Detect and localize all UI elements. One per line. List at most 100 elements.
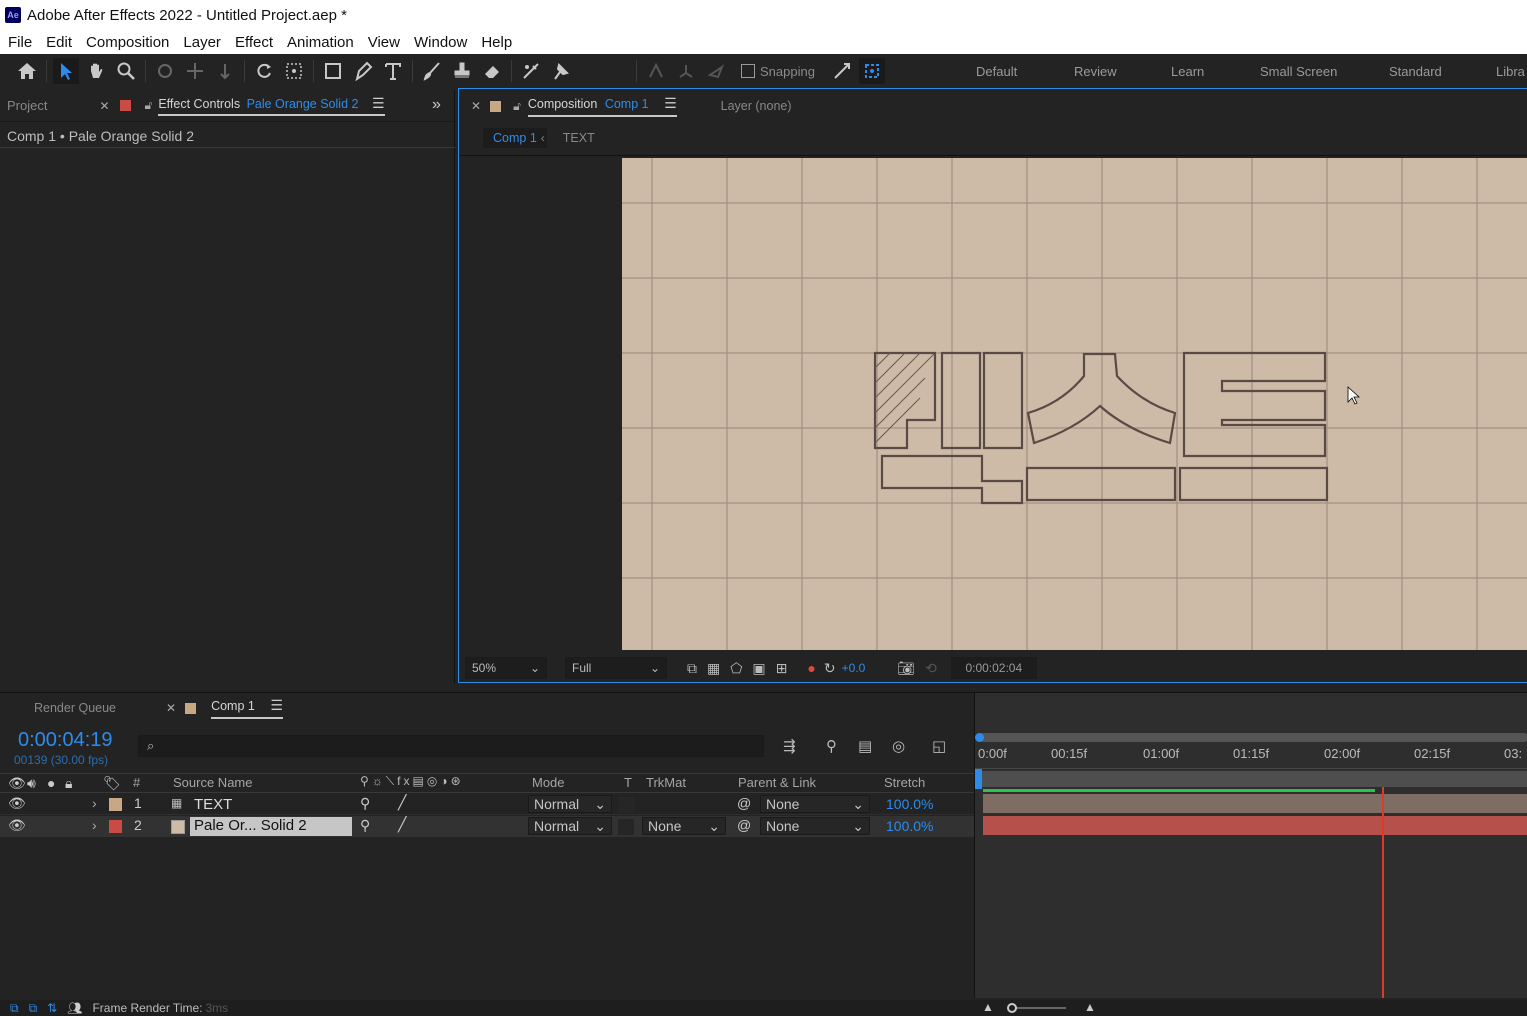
snapping-checkbox[interactable]: [741, 64, 755, 78]
comp-flowchart-icon[interactable]: ⇶: [783, 737, 796, 755]
menu-file[interactable]: File: [0, 34, 39, 51]
fast-previews-icon[interactable]: ⧉: [687, 660, 697, 677]
layer-label-color[interactable]: [109, 820, 122, 833]
layer-bar-text[interactable]: [983, 794, 1527, 813]
stretch-value[interactable]: 100.0%: [886, 796, 933, 812]
close-icon[interactable]: ✕: [471, 99, 481, 113]
transparency-grid-icon[interactable]: ▦: [707, 660, 720, 677]
snap-edges-icon[interactable]: [829, 58, 855, 84]
preserve-transparency-toggle[interactable]: [618, 819, 634, 835]
pickwhip-icon[interactable]: @: [737, 795, 751, 811]
preserve-transparency-toggle[interactable]: [618, 797, 634, 813]
panel-menu-icon[interactable]: ☰: [664, 95, 677, 111]
zoom-in-icon[interactable]: ▲: [1084, 1000, 1096, 1014]
eye-icon[interactable]: 👁︎: [8, 817, 26, 834]
resolution-select[interactable]: Full ⌄: [565, 657, 667, 679]
workspace-standard[interactable]: Standard: [1389, 64, 1496, 79]
shy-switch-icon[interactable]: ⚲: [360, 795, 370, 812]
breadcrumb-comp-1[interactable]: Comp 1: [483, 128, 547, 148]
graph-editor-icon[interactable]: ◱: [932, 737, 946, 755]
chevron-right-icon[interactable]: ›: [92, 817, 97, 833]
rectangle-tool-icon[interactable]: [320, 58, 346, 84]
layer-label-color[interactable]: [109, 798, 122, 811]
playhead[interactable]: [1382, 787, 1384, 998]
chevron-right-icon[interactable]: ›: [92, 795, 97, 811]
selection-tool-icon[interactable]: [53, 58, 79, 84]
trkmat-select[interactable]: None ⌄: [642, 817, 726, 835]
column-source-name[interactable]: Source Name: [173, 775, 252, 790]
dolly-camera-icon[interactable]: [212, 58, 238, 84]
rotation-tool-icon[interactable]: [251, 58, 277, 84]
navigator-start-handle[interactable]: [975, 733, 984, 742]
layer-search-input[interactable]: ⌕: [138, 735, 764, 757]
clone-stamp-tool-icon[interactable]: [449, 58, 475, 84]
parent-select[interactable]: None ⌄: [760, 795, 870, 813]
eye-icon[interactable]: 👁︎: [8, 795, 26, 812]
reset-exposure-icon[interactable]: ↻: [824, 660, 836, 677]
brush-tool-icon[interactable]: [419, 58, 445, 84]
panel-menu-icon[interactable]: ☰: [372, 95, 385, 111]
world-axis-icon[interactable]: [673, 58, 699, 84]
tab-composition[interactable]: Composition Comp 1 ☰: [527, 95, 677, 117]
modes-toggle-icon[interactable]: ⧉: [29, 1001, 38, 1016]
stretch-value[interactable]: 100.0%: [886, 818, 933, 834]
type-tool-icon[interactable]: [380, 58, 406, 84]
show-snapshot-icon[interactable]: ⟲: [925, 660, 937, 677]
home-icon[interactable]: [14, 58, 40, 84]
zoom-out-icon[interactable]: ▲: [982, 1000, 994, 1014]
hand-tool-icon[interactable]: [83, 58, 109, 84]
menu-help[interactable]: Help: [474, 34, 519, 51]
menu-view[interactable]: View: [361, 34, 407, 51]
layer-name[interactable]: Pale Or... Solid 2: [190, 817, 352, 836]
magnification-select[interactable]: 50% ⌄: [465, 657, 547, 679]
time-navigator[interactable]: [979, 733, 1527, 742]
pan-camera-icon[interactable]: [182, 58, 208, 84]
time-ruler[interactable]: 0:00f 00:15f 01:00f 01:15f 02:00f 02:15f…: [975, 745, 1527, 769]
snapping-toggle[interactable]: Snapping: [741, 64, 815, 79]
render-time-icon[interactable]: 👥︎: [67, 1001, 82, 1015]
menu-edit[interactable]: Edit: [39, 34, 79, 51]
zoom-tool-icon[interactable]: [113, 58, 139, 84]
composition-canvas[interactable]: [622, 158, 1527, 650]
tab-layer[interactable]: Layer (none): [721, 99, 792, 113]
workspace-learn[interactable]: Learn: [1171, 64, 1260, 79]
menu-composition[interactable]: Composition: [79, 34, 176, 51]
layer-mode-select[interactable]: Normal ⌄: [528, 817, 612, 835]
lock-icon[interactable]: 🔓︎: [145, 98, 153, 113]
pen-tool-icon[interactable]: [350, 58, 376, 84]
layer-switches-toggle-icon[interactable]: ⧉: [10, 1001, 19, 1016]
pickwhip-icon[interactable]: @: [737, 817, 751, 833]
shy-layers-icon[interactable]: ⚲: [826, 737, 837, 755]
layer-name[interactable]: TEXT: [194, 796, 232, 813]
snapshot-camera-icon[interactable]: 📷︎: [897, 660, 915, 677]
grid-guides-icon[interactable]: ⊞: [776, 660, 788, 677]
breadcrumb-text[interactable]: TEXT: [563, 131, 595, 145]
eraser-tool-icon[interactable]: [479, 58, 505, 84]
lock-icon[interactable]: 🔓︎: [513, 99, 521, 114]
quality-switch-icon[interactable]: ╱: [398, 816, 406, 833]
orbit-camera-icon[interactable]: [152, 58, 178, 84]
workspace-libraries[interactable]: Libra: [1496, 64, 1525, 79]
layer-row[interactable]: 👁︎ › 2 Pale Or... Solid 2 ⚲ ╱ Normal ⌄ No…: [0, 816, 974, 837]
frame-blending-icon[interactable]: ▤: [858, 737, 872, 755]
work-area-bar[interactable]: [975, 771, 1527, 787]
zoom-slider-thumb[interactable]: [1007, 1003, 1017, 1013]
tab-effect-controls[interactable]: Effect Controls Pale Orange Solid 2 ☰: [158, 95, 385, 116]
current-time-display[interactable]: 0:00:02:04: [950, 657, 1037, 679]
layer-bar-solid[interactable]: [983, 816, 1527, 835]
work-area-start-handle[interactable]: [975, 769, 982, 789]
quality-switch-icon[interactable]: ╱: [398, 794, 406, 811]
workspace-default[interactable]: Default: [976, 64, 1074, 79]
layer-row[interactable]: 👁︎ › 1 ▦ TEXT ⚲ ╱ Normal ⌄ @ None ⌄ 100.0%: [0, 794, 974, 815]
channels-icon[interactable]: ●: [807, 660, 815, 676]
region-of-interest-icon[interactable]: ▣: [752, 660, 765, 677]
menu-layer[interactable]: Layer: [176, 34, 228, 51]
shy-switch-icon[interactable]: ⚲: [360, 817, 370, 834]
anchor-point-tool-icon[interactable]: [281, 58, 307, 84]
timeline-zoom-slider[interactable]: [1010, 1007, 1066, 1009]
workspace-small-screen[interactable]: Small Screen: [1260, 64, 1389, 79]
roto-brush-tool-icon[interactable]: [518, 58, 544, 84]
exposure-value[interactable]: +0.0: [842, 661, 866, 675]
local-axis-icon[interactable]: [643, 58, 669, 84]
tab-project[interactable]: Project: [7, 98, 47, 113]
